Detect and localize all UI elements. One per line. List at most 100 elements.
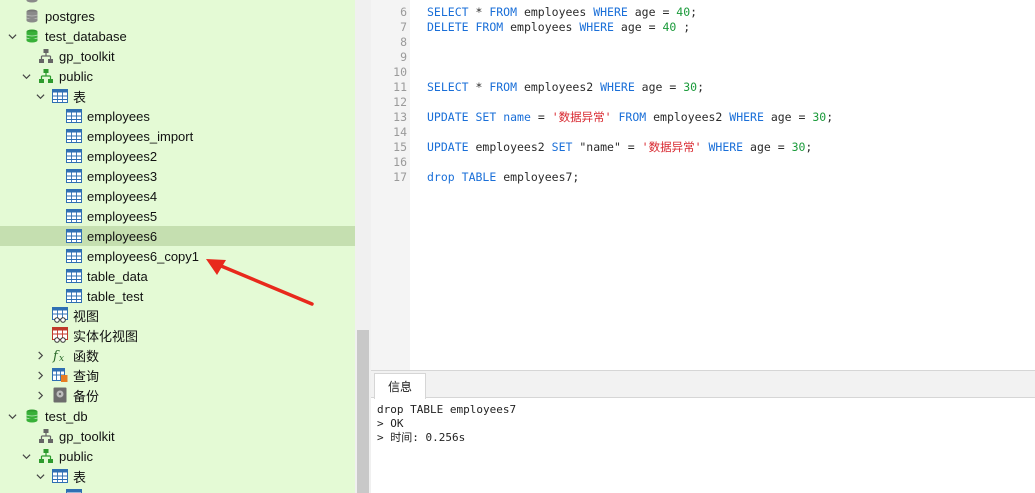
chevron-down-icon[interactable] xyxy=(20,446,32,466)
tree-item-label: employees3 xyxy=(87,168,158,184)
code-token-num: 30 xyxy=(683,80,698,94)
tree-scrollbar-thumb[interactable] xyxy=(357,330,369,493)
tree-item-tables[interactable]: 表 xyxy=(0,86,355,106)
code-line[interactable]: 14 xyxy=(371,125,1035,140)
tree-item-public[interactable]: public xyxy=(0,66,355,86)
tree-item-table-employees6[interactable]: employees6 xyxy=(0,226,355,246)
tree-item-table-table-data[interactable]: table_data xyxy=(0,266,355,286)
tree-item-functions[interactable]: fx 函数 xyxy=(0,345,355,365)
line-number: 17 xyxy=(393,170,407,184)
code-token-kw: WHERE xyxy=(708,140,744,154)
code-line[interactable]: 12 xyxy=(371,95,1035,110)
tree-item-label: 视图 xyxy=(73,308,100,324)
tree-item-table-employees4[interactable]: employees4 xyxy=(0,186,355,206)
code-token-plain: employees7; xyxy=(496,170,580,184)
line-number: 12 xyxy=(393,95,407,109)
code-line[interactable]: 7 DELETE FROM employees WHERE age = 40 ; xyxy=(371,20,1035,35)
tree-item-test-database[interactable]: test_database xyxy=(0,26,355,46)
code-line[interactable]: 16 xyxy=(371,155,1035,170)
code-token-kw: FROM xyxy=(489,80,518,94)
chevron-down-icon[interactable] xyxy=(20,66,32,86)
code-token-plain: ; xyxy=(676,20,691,34)
code-line[interactable]: 15 UPDATE employees2 SET "name" = '数据异常' … xyxy=(371,140,1035,155)
code-token-plain: age = xyxy=(634,80,684,94)
chevron-right-icon[interactable] xyxy=(34,365,46,385)
table-icon xyxy=(66,488,82,493)
chevron-right-icon[interactable] xyxy=(34,345,46,365)
code-token-plain: = xyxy=(530,110,552,124)
code-token-plain: ; xyxy=(826,110,834,124)
tree-item-label: 备份 xyxy=(73,388,100,404)
code-text: UPDATE employees2 SET "name" = '数据异常' WH… xyxy=(427,140,812,155)
tree-item-table-table-test[interactable]: table_test xyxy=(0,286,355,306)
backup-icon xyxy=(52,387,68,403)
tree-item-tables-2[interactable]: 表 xyxy=(0,466,355,486)
schema-icon xyxy=(38,428,54,444)
tree-item-table-employees6-copy1[interactable]: employees6_copy1 xyxy=(0,246,355,266)
tree-item-label: test_db xyxy=(45,408,88,424)
code-token-kw: SET xyxy=(551,140,573,154)
tree-item-table-employees[interactable]: employees xyxy=(0,106,355,126)
tree-item-table-employees2[interactable]: employees2 xyxy=(0,146,355,166)
code-token-str: '数据异常' xyxy=(551,110,612,124)
code-line[interactable]: 13 UPDATE SET name = '数据异常' FROM employee… xyxy=(371,110,1035,125)
tree-item-label: public xyxy=(59,448,93,464)
code-text: SELECT * FROM employees2 WHERE age = 30; xyxy=(427,80,704,95)
code-token-plain: employees2 xyxy=(517,80,601,94)
code-token-plain: ; xyxy=(805,140,813,154)
tree-item-table-employees5[interactable]: employees5 xyxy=(0,206,355,226)
tree-item-backups[interactable]: 备份 xyxy=(0,385,355,405)
tree-item-queries[interactable]: 查询 xyxy=(0,365,355,385)
table-icon xyxy=(66,168,82,184)
code-token-plain: employees2 xyxy=(468,140,552,154)
tree-item-postgres[interactable]: postgres xyxy=(0,6,355,26)
chevron-down-icon[interactable] xyxy=(34,86,46,106)
chevron-down-icon[interactable] xyxy=(6,406,18,426)
database-icon xyxy=(24,408,40,424)
tree-item-test-db[interactable]: test_db xyxy=(0,406,355,426)
table-icon xyxy=(66,248,82,264)
tree-item-label: test_database xyxy=(45,28,127,44)
tree-item-public-2[interactable]: public xyxy=(0,446,355,466)
tree-item-table-employees3[interactable]: employees3 xyxy=(0,166,355,186)
query-icon xyxy=(52,367,68,383)
tree-item-label: 查询 xyxy=(73,368,100,384)
tree-item-label: employees4 xyxy=(87,188,158,204)
info-message-line: drop TABLE employees7 xyxy=(377,403,517,416)
tree-item-label: public xyxy=(59,68,93,84)
chevron-down-icon[interactable] xyxy=(34,466,46,486)
chevron-right-icon[interactable] xyxy=(34,385,46,405)
tree-item-table-employees-import[interactable]: employees_import xyxy=(0,126,355,146)
schema-icon xyxy=(38,48,54,64)
line-number: 6 xyxy=(400,5,407,19)
line-number: 11 xyxy=(393,80,407,94)
code-token-kw: DELETE xyxy=(427,20,469,34)
tree-item-label: 实体化视图 xyxy=(73,328,139,344)
line-number: 9 xyxy=(400,50,407,64)
table-icon xyxy=(66,128,82,144)
tree-item-views[interactable]: 视图 xyxy=(0,305,355,325)
code-text: drop TABLE employees7; xyxy=(427,170,579,185)
chevron-down-icon[interactable] xyxy=(6,26,18,46)
tree-item-label: table_test xyxy=(87,288,144,304)
code-line[interactable]: 6 xyxy=(371,5,1035,20)
tab-info[interactable]: 信息 xyxy=(374,373,426,399)
code-line[interactable]: 9 xyxy=(371,50,1035,65)
tree-item-partial-bottom[interactable] xyxy=(0,486,355,493)
tree-item-materialized-views[interactable]: 实体化视图 xyxy=(0,325,355,345)
code-line[interactable]: 17 drop TABLE employees7; xyxy=(371,170,1035,185)
code-line[interactable]: 8 xyxy=(371,35,1035,50)
line-number: 15 xyxy=(393,140,407,154)
code-token-str: '数据异常' xyxy=(641,140,702,154)
sql-editor[interactable]: SELECT * FROM employees WHERE age = 40; … xyxy=(371,0,1035,370)
code-line[interactable]: 10 xyxy=(371,65,1035,80)
line-number: 13 xyxy=(393,110,407,124)
line-number: 10 xyxy=(393,65,407,79)
code-line[interactable]: 11 SELECT * FROM employees2 WHERE age = 3… xyxy=(371,80,1035,95)
code-token-kw: SELECT xyxy=(427,80,469,94)
svg-text:x: x xyxy=(59,354,64,363)
tree-item-gp-toolkit[interactable]: gp_toolkit xyxy=(0,46,355,66)
line-number: 16 xyxy=(393,155,407,169)
tree-item-gp-toolkit-2[interactable]: gp_toolkit xyxy=(0,426,355,446)
